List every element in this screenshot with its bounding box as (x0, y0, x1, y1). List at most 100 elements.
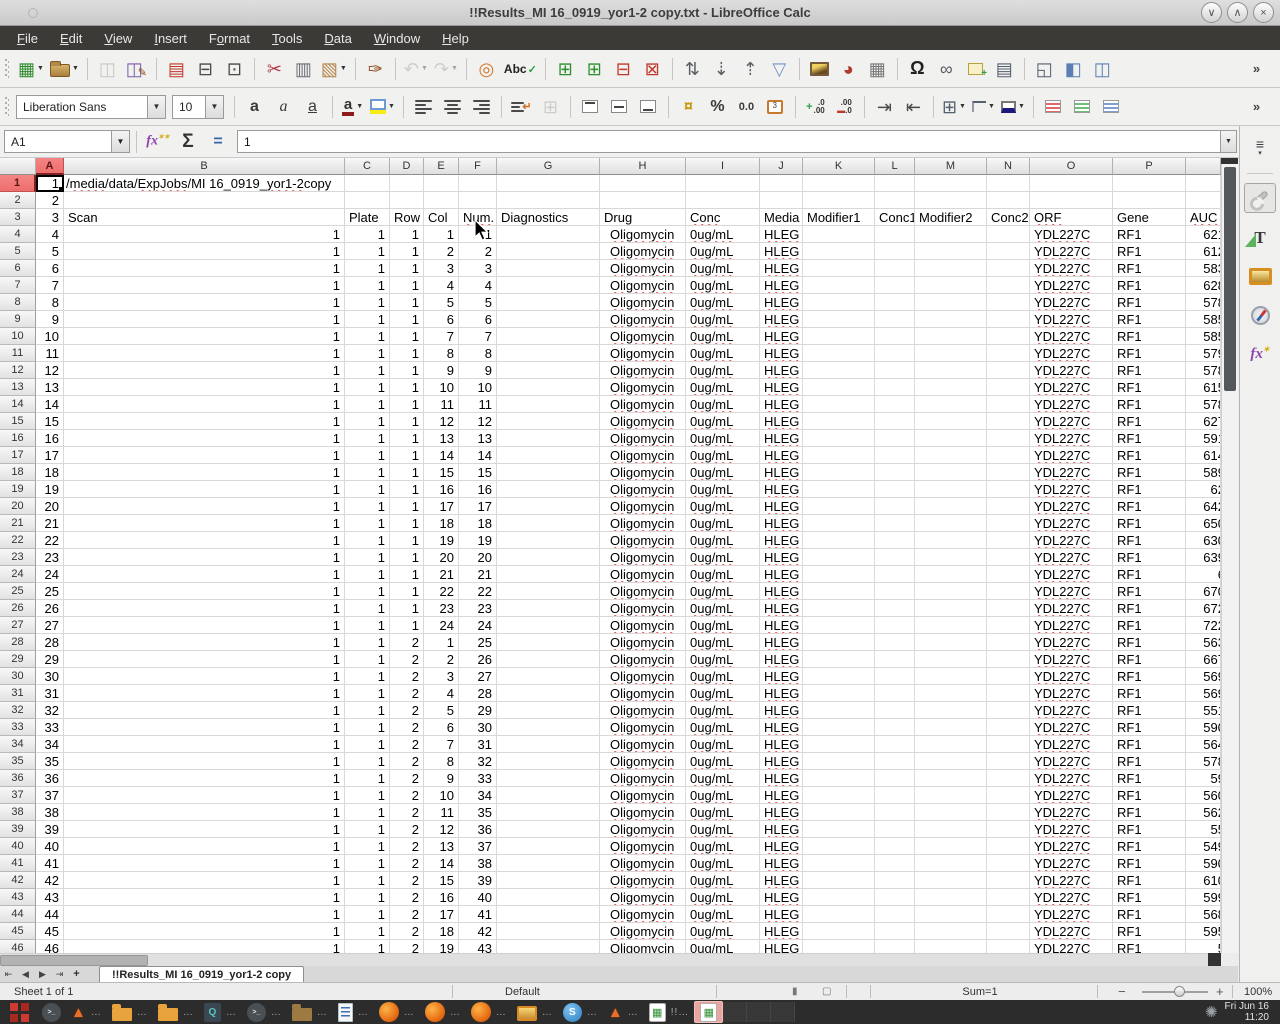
cell-E32[interactable]: 5 (424, 702, 459, 719)
cell-O12[interactable]: YDL227C (1030, 362, 1113, 379)
cell-N7[interactable] (987, 277, 1030, 294)
cell-K15[interactable] (803, 413, 875, 430)
cell-B6[interactable]: 1 (64, 260, 345, 277)
cell-K20[interactable] (803, 498, 875, 515)
cell-O11[interactable]: YDL227C (1030, 345, 1113, 362)
cell-I13[interactable]: 0ug/mL (686, 379, 760, 396)
cell-A32[interactable]: 32 (36, 702, 64, 719)
cell-J16[interactable]: HLEG (760, 430, 803, 447)
cell-A30[interactable]: 30 (36, 668, 64, 685)
cell-E18[interactable]: 15 (424, 464, 459, 481)
cell-D10[interactable]: 1 (390, 328, 424, 345)
cell-D32[interactable]: 2 (390, 702, 424, 719)
cell-I2[interactable] (686, 192, 760, 209)
cell-A25[interactable]: 25 (36, 583, 64, 600)
cell-D43[interactable]: 2 (390, 889, 424, 906)
cell-G18[interactable] (497, 464, 600, 481)
gallery-icon[interactable] (1244, 261, 1276, 291)
cell-K13[interactable] (803, 379, 875, 396)
cell-M5[interactable] (915, 243, 987, 260)
cell-D21[interactable]: 1 (390, 515, 424, 532)
cell-H4[interactable]: Oligomycin (600, 226, 686, 243)
cell-J23[interactable]: HLEG (760, 549, 803, 566)
cell-Q3[interactable]: AUC (1186, 209, 1221, 226)
cell-M34[interactable] (915, 736, 987, 753)
cell-N9[interactable] (987, 311, 1030, 328)
cell-Q2[interactable] (1186, 192, 1221, 209)
cell-F12[interactable]: 9 (459, 362, 497, 379)
cell-L27[interactable] (875, 617, 915, 634)
row-header-19[interactable]: 19 (0, 481, 36, 498)
cell-D34[interactable]: 2 (390, 736, 424, 753)
cell-B41[interactable]: 1 (64, 855, 345, 872)
cell-L4[interactable] (875, 226, 915, 243)
cell-H9[interactable]: Oligomycin (600, 311, 686, 328)
cell-O35[interactable]: YDL227C (1030, 753, 1113, 770)
cell-B40[interactable]: 1 (64, 838, 345, 855)
cell-C40[interactable]: 1 (345, 838, 390, 855)
cell-N35[interactable] (987, 753, 1030, 770)
cell-L29[interactable] (875, 651, 915, 668)
cell-I22[interactable]: 0ug/mL (686, 532, 760, 549)
zoom-in-icon[interactable]: + (1216, 983, 1224, 1000)
cell-H45[interactable]: Oligomycin (600, 923, 686, 940)
cell-M4[interactable] (915, 226, 987, 243)
cell-K4[interactable] (803, 226, 875, 243)
cell-E35[interactable]: 8 (424, 753, 459, 770)
cell-G1[interactable] (497, 175, 600, 192)
cell-B25[interactable]: 1 (64, 583, 345, 600)
cell-C39[interactable]: 1 (345, 821, 390, 838)
cell-E14[interactable]: 11 (424, 396, 459, 413)
cell-P18[interactable]: RF1 (1113, 464, 1186, 481)
cell-D44[interactable]: 2 (390, 906, 424, 923)
cell-C30[interactable]: 1 (345, 668, 390, 685)
cell-E40[interactable]: 13 (424, 838, 459, 855)
cell-K18[interactable] (803, 464, 875, 481)
taskbar-item-firefox-icon[interactable]: … (374, 1001, 420, 1023)
cell-O10[interactable]: YDL227C (1030, 328, 1113, 345)
cell-K3[interactable]: Modifier1 (803, 209, 875, 226)
cell-M44[interactable] (915, 906, 987, 923)
cell-J40[interactable]: HLEG (760, 838, 803, 855)
cell-D26[interactable]: 1 (390, 600, 424, 617)
cell-B8[interactable]: 1 (64, 294, 345, 311)
vertical-scrollbar[interactable] (1221, 164, 1238, 953)
cell-K17[interactable] (803, 447, 875, 464)
taskbar-clock[interactable]: ✺Fri Jun 1611:20 (1205, 1001, 1277, 1023)
cell-J46[interactable]: HLEG (760, 940, 803, 953)
cell-N29[interactable] (987, 651, 1030, 668)
cell-M12[interactable] (915, 362, 987, 379)
find-replace-icon[interactable]: ◎ (473, 55, 500, 83)
cell-D16[interactable]: 1 (390, 430, 424, 447)
cell-I11[interactable]: 0ug/mL (686, 345, 760, 362)
cell-J1[interactable] (760, 175, 803, 192)
add-sheet-icon[interactable]: + (68, 966, 85, 982)
title-bar[interactable]: !!Results_MI 16_0919_yor1-2 copy.txt - L… (0, 0, 1280, 26)
cell-I46[interactable]: 0ug/mL (686, 940, 760, 953)
column-header-P[interactable]: P (1113, 158, 1186, 175)
cell-G11[interactable] (497, 345, 600, 362)
cell-E31[interactable]: 4 (424, 685, 459, 702)
cell-I1[interactable] (686, 175, 760, 192)
cell-P41[interactable]: RF1 (1113, 855, 1186, 872)
cell-B23[interactable]: 1 (64, 549, 345, 566)
last-sheet-icon[interactable]: ⇥ (51, 966, 68, 982)
cell-M35[interactable] (915, 753, 987, 770)
taskbar-item-app-launcher-icon[interactable] (3, 1001, 37, 1023)
cell-E44[interactable]: 17 (424, 906, 459, 923)
cell-M40[interactable] (915, 838, 987, 855)
sort-descending-icon[interactable]: ⇡ (737, 55, 764, 83)
cell-H28[interactable]: Oligomycin (600, 634, 686, 651)
row-header-40[interactable]: 40 (0, 838, 36, 855)
cell-J45[interactable]: HLEG (760, 923, 803, 940)
cell-F46[interactable]: 43 (459, 940, 497, 953)
cell-B24[interactable]: 1 (64, 566, 345, 583)
cell-G35[interactable] (497, 753, 600, 770)
cell-B28[interactable]: 1 (64, 634, 345, 651)
toolbar-grip[interactable] (5, 97, 9, 117)
cell-K31[interactable] (803, 685, 875, 702)
cell-E25[interactable]: 22 (424, 583, 459, 600)
cell-Q31[interactable]: 569 (1186, 685, 1221, 702)
cell-Q8[interactable]: 578 (1186, 294, 1221, 311)
cell-D4[interactable]: 1 (390, 226, 424, 243)
